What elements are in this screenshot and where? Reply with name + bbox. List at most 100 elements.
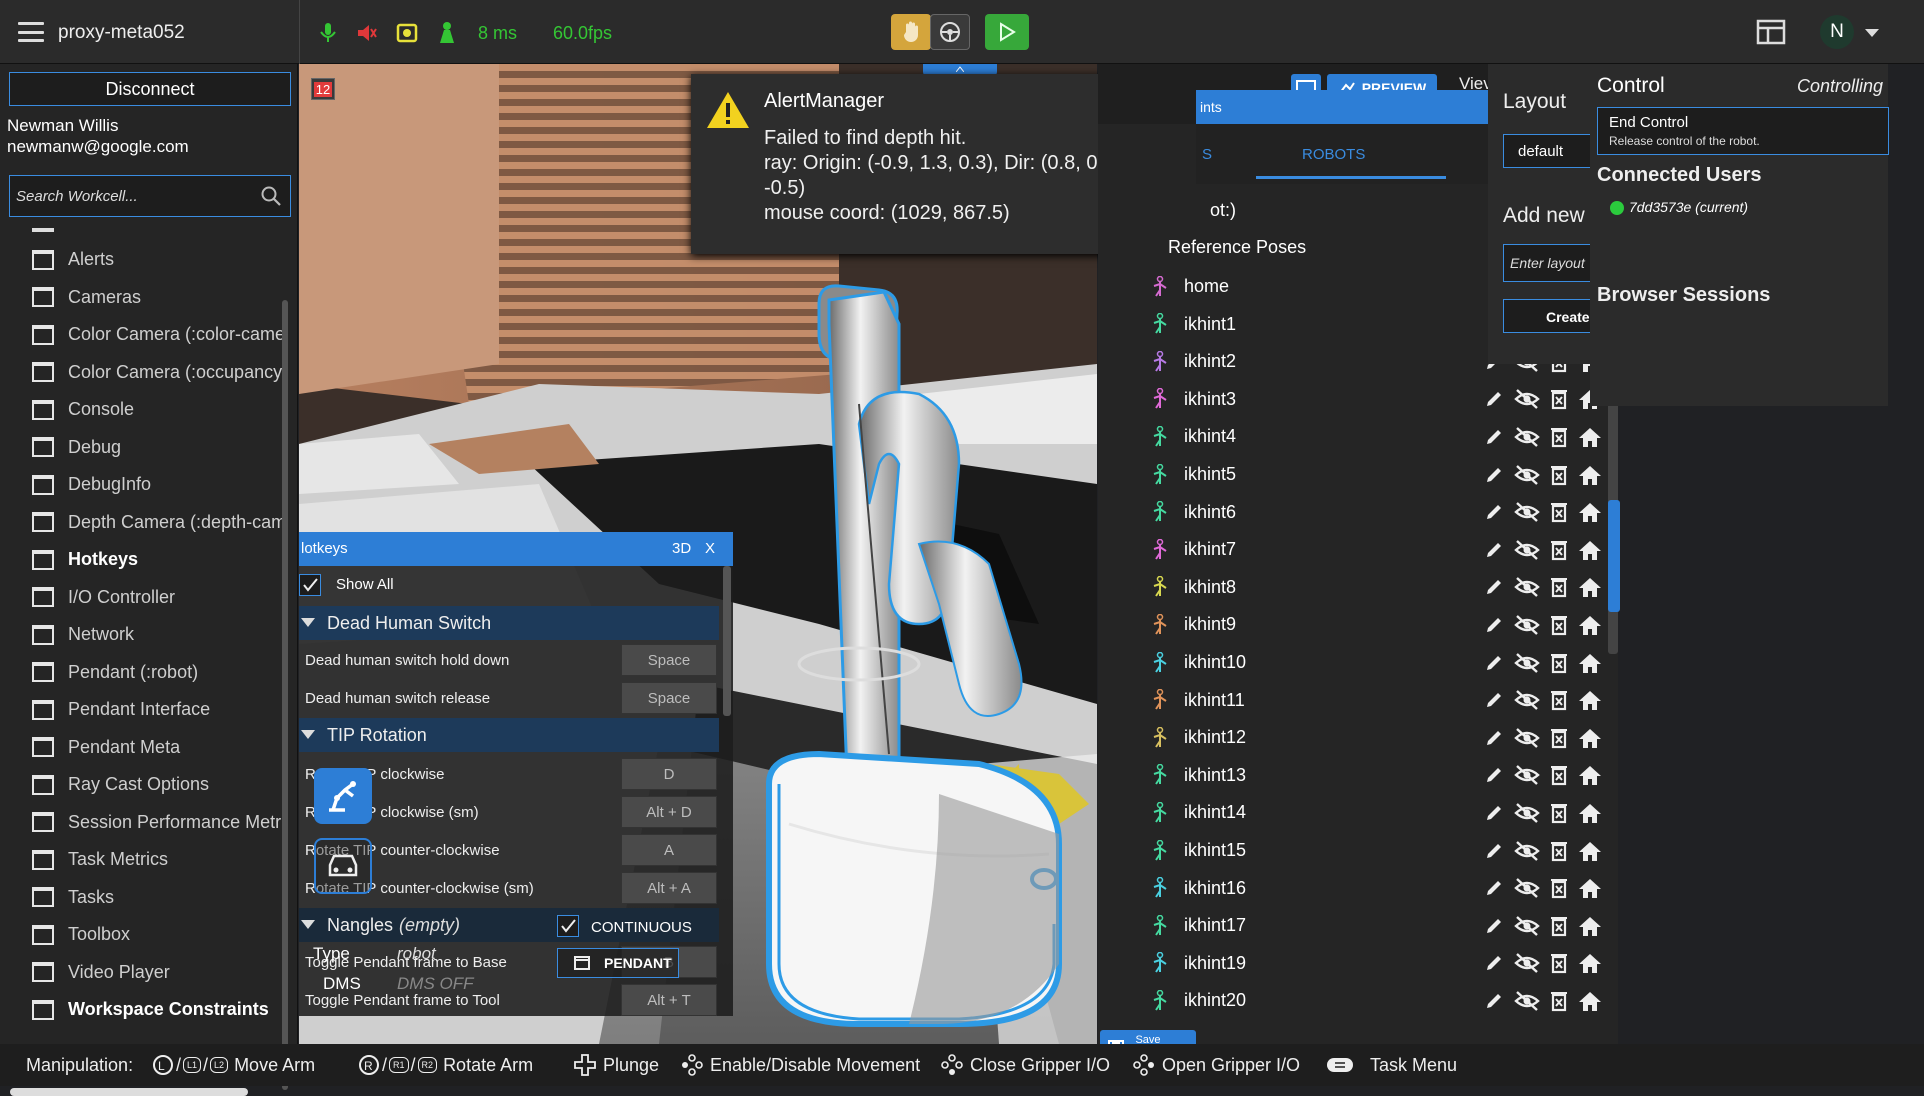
home-icon[interactable]: [1578, 840, 1602, 862]
sidebar-item-depth-camera-depth-cam[interactable]: Depth Camera (:depth-cam: [32, 504, 282, 541]
steering-button[interactable]: [930, 14, 970, 50]
sidebar-item-debug[interactable]: Debug: [32, 429, 282, 466]
hotkey-key-button[interactable]: A: [621, 834, 717, 866]
delete-icon[interactable]: [1550, 464, 1568, 486]
edit-icon[interactable]: [1484, 577, 1504, 597]
hotkeys-3d-toggle[interactable]: 3D: [672, 540, 691, 557]
home-icon[interactable]: [1578, 464, 1602, 486]
drive-mode-button[interactable]: [314, 838, 372, 894]
delete-icon[interactable]: [1550, 840, 1568, 862]
delete-icon[interactable]: [1550, 952, 1568, 974]
menu-icon[interactable]: [18, 22, 44, 42]
edit-icon[interactable]: [1484, 690, 1504, 710]
home-icon[interactable]: [1578, 614, 1602, 636]
waypoint-row[interactable]: ikhint13: [1150, 757, 1246, 794]
sidebar-item-tasks[interactable]: Tasks: [32, 879, 282, 916]
sidebar-scrollbar[interactable]: [282, 300, 288, 1090]
sidebar-item-debuginfo[interactable]: DebugInfo: [32, 466, 282, 503]
delete-icon[interactable]: [1550, 877, 1568, 899]
waypoint-row[interactable]: ikhint10: [1150, 644, 1246, 681]
visibility-off-icon[interactable]: [1514, 689, 1540, 711]
visibility-off-icon[interactable]: [1514, 840, 1540, 862]
hotkey-key-button[interactable]: D: [621, 758, 717, 790]
waypoint-row[interactable]: ikhint7: [1150, 531, 1236, 568]
search-icon[interactable]: [260, 185, 282, 207]
waypoint-row[interactable]: ikhint3: [1150, 381, 1236, 418]
sidebar-item-toolbox[interactable]: Toolbox: [32, 916, 282, 953]
visibility-off-icon[interactable]: [1514, 652, 1540, 674]
sidebar-horizontal-scrollbar[interactable]: [10, 1088, 248, 1096]
search-workcell-input[interactable]: Search Workcell...: [9, 175, 291, 217]
edit-icon[interactable]: [1484, 765, 1504, 785]
camera-icon[interactable]: [396, 22, 418, 44]
delete-icon[interactable]: [1550, 689, 1568, 711]
sidebar-item-session-performance-metr[interactable]: Session Performance Metr: [32, 804, 282, 841]
visibility-off-icon[interactable]: [1514, 727, 1540, 749]
waypoints-scroll-thumb[interactable]: [1608, 500, 1620, 612]
delete-icon[interactable]: [1550, 802, 1568, 824]
waypoint-row[interactable]: ikhint20: [1150, 982, 1246, 1019]
sidebar-item-i-o-controller[interactable]: I/O Controller: [32, 579, 282, 616]
home-icon[interactable]: [1578, 802, 1602, 824]
waypoint-row[interactable]: ikhint16: [1150, 870, 1246, 907]
waypoint-row[interactable]: ikhint9: [1150, 606, 1236, 643]
visibility-off-icon[interactable]: [1514, 539, 1540, 561]
waypoint-row[interactable]: ikhint2: [1150, 343, 1236, 380]
sidebar-item-network[interactable]: Network: [32, 616, 282, 653]
sidebar-item-cameras[interactable]: Cameras: [32, 279, 282, 316]
robot-group-label[interactable]: ot:): [1210, 200, 1236, 221]
sidebar-item-console[interactable]: Console: [32, 391, 282, 428]
hotkey-key-button[interactable]: Space: [621, 682, 717, 714]
tab-points[interactable]: S: [1202, 146, 1212, 163]
edit-icon[interactable]: [1484, 841, 1504, 861]
delete-icon[interactable]: [1550, 614, 1568, 636]
sidebar-item-color-camera-color-came[interactable]: Color Camera (:color-came: [32, 316, 282, 353]
visibility-off-icon[interactable]: [1514, 426, 1540, 448]
edit-icon[interactable]: [1484, 427, 1504, 447]
edit-icon[interactable]: [1484, 502, 1504, 522]
home-icon[interactable]: [1578, 652, 1602, 674]
microphone-icon[interactable]: [318, 22, 338, 44]
sidebar-item-ray-cast-options[interactable]: Ray Cast Options: [32, 766, 282, 803]
viewport-badge[interactable]: 12: [311, 78, 335, 100]
home-icon[interactable]: [1578, 952, 1602, 974]
edit-icon[interactable]: [1484, 953, 1504, 973]
tab-robots[interactable]: ROBOTS: [1302, 146, 1365, 163]
delete-icon[interactable]: [1550, 501, 1568, 523]
waypoint-row[interactable]: ikhint12: [1150, 719, 1246, 756]
home-icon[interactable]: [1578, 990, 1602, 1012]
sidebar-item-pendant-meta[interactable]: Pendant Meta: [32, 729, 282, 766]
delete-icon[interactable]: [1550, 915, 1568, 937]
sidebar-item-video-player[interactable]: Video Player: [32, 954, 282, 991]
waypoint-row[interactable]: home: [1150, 268, 1229, 305]
waypoint-row[interactable]: ikhint14: [1150, 794, 1246, 831]
waypoint-row[interactable]: ikhint11: [1150, 682, 1245, 719]
home-icon[interactable]: [1578, 727, 1602, 749]
continuous-checkbox[interactable]: [557, 915, 579, 937]
edit-icon[interactable]: [1484, 991, 1504, 1011]
visibility-off-icon[interactable]: [1514, 501, 1540, 523]
sidebar-item-alerts[interactable]: Alerts: [32, 241, 282, 278]
delete-icon[interactable]: [1550, 990, 1568, 1012]
chevron-down-icon[interactable]: [1864, 28, 1880, 38]
play-button[interactable]: [985, 14, 1029, 50]
home-icon[interactable]: [1578, 915, 1602, 937]
hotkey-key-button[interactable]: Alt + A: [621, 872, 717, 904]
edit-icon[interactable]: [1484, 878, 1504, 898]
manipulation-mode-button[interactable]: [314, 768, 372, 824]
delete-icon[interactable]: [1550, 388, 1568, 410]
layout-icon[interactable]: [1756, 19, 1786, 45]
speaker-muted-icon[interactable]: [356, 22, 378, 44]
delete-icon[interactable]: [1550, 652, 1568, 674]
pendant-button[interactable]: PENDANT: [557, 948, 679, 978]
hotkey-key-button[interactable]: Space: [621, 644, 717, 676]
visibility-off-icon[interactable]: [1514, 614, 1540, 636]
edit-icon[interactable]: [1484, 653, 1504, 673]
waypoint-row[interactable]: ikhint6: [1150, 494, 1236, 531]
edit-icon[interactable]: [1484, 916, 1504, 936]
avatar[interactable]: N: [1820, 15, 1854, 49]
waypoint-row[interactable]: ikhint4: [1150, 418, 1236, 455]
sidebar-item-hotkeys[interactable]: Hotkeys: [32, 541, 282, 578]
waypoint-row[interactable]: ikhint19: [1150, 945, 1246, 982]
hand-control-button[interactable]: [891, 14, 931, 50]
